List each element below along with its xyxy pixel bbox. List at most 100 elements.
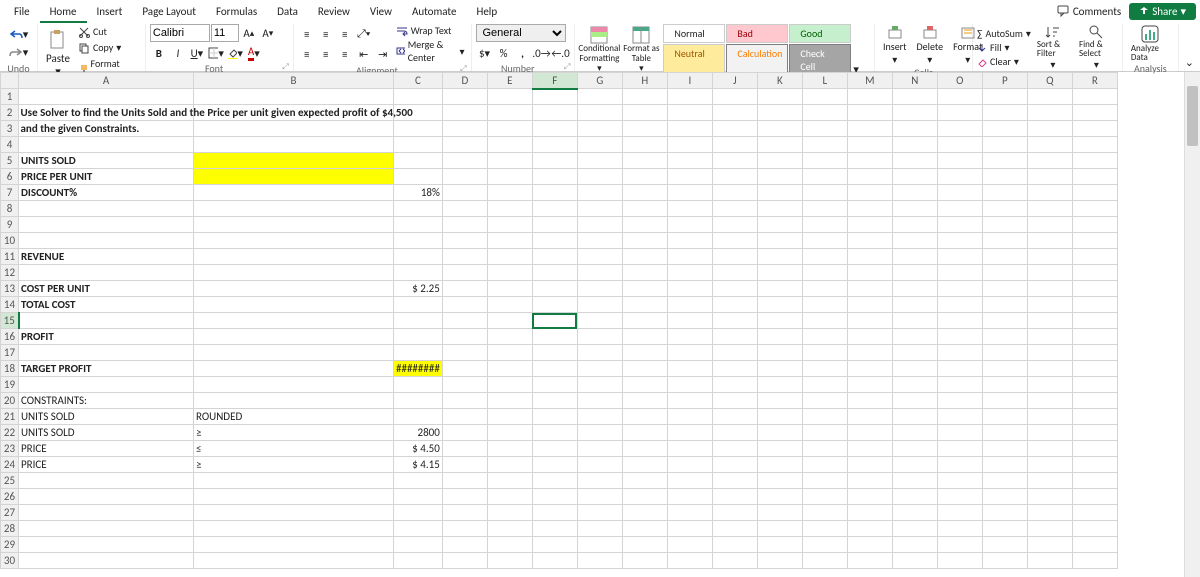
cell-F15[interactable] xyxy=(532,313,577,329)
cell-G20[interactable] xyxy=(577,393,622,409)
cell-P17[interactable] xyxy=(982,345,1027,361)
cell-N5[interactable] xyxy=(892,153,937,169)
cell-M28[interactable] xyxy=(847,521,892,537)
cell-E8[interactable] xyxy=(487,201,532,217)
cell-M11[interactable] xyxy=(847,249,892,265)
cell-L7[interactable] xyxy=(802,185,847,201)
cell-J15[interactable] xyxy=(712,313,757,329)
cell-J8[interactable] xyxy=(712,201,757,217)
cell-G30[interactable] xyxy=(577,553,622,569)
cell-B25[interactable] xyxy=(194,473,394,489)
cell-O28[interactable] xyxy=(937,521,982,537)
cell-C23[interactable]: $ 4.50 xyxy=(394,441,443,457)
cell-O12[interactable] xyxy=(937,265,982,281)
cell-F23[interactable] xyxy=(532,441,577,457)
cell-N19[interactable] xyxy=(892,377,937,393)
row-header-10[interactable]: 10 xyxy=(1,233,19,249)
cell-H6[interactable] xyxy=(622,169,667,185)
cell-O23[interactable] xyxy=(937,441,982,457)
increase-font-icon[interactable]: A▴ xyxy=(240,24,258,42)
cell-Q12[interactable] xyxy=(1027,265,1072,281)
cell-M9[interactable] xyxy=(847,217,892,233)
cell-H3[interactable] xyxy=(622,121,667,137)
cell-H20[interactable] xyxy=(622,393,667,409)
row-header-7[interactable]: 7 xyxy=(1,185,19,201)
cell-J9[interactable] xyxy=(712,217,757,233)
cell-K27[interactable] xyxy=(757,505,802,521)
cell-N2[interactable] xyxy=(892,105,937,121)
row-header-16[interactable]: 16 xyxy=(1,329,19,345)
cell-L1[interactable] xyxy=(802,89,847,105)
cell-B9[interactable] xyxy=(194,217,394,233)
cell-L4[interactable] xyxy=(802,137,847,153)
cell-M1[interactable] xyxy=(847,89,892,105)
cell-B29[interactable] xyxy=(194,537,394,553)
cell-C21[interactable] xyxy=(394,409,443,425)
cell-F19[interactable] xyxy=(532,377,577,393)
cell-G18[interactable] xyxy=(577,361,622,377)
cell-G26[interactable] xyxy=(577,489,622,505)
cell-M7[interactable] xyxy=(847,185,892,201)
cell-B15[interactable] xyxy=(194,313,394,329)
cell-J17[interactable] xyxy=(712,345,757,361)
cell-D9[interactable] xyxy=(442,217,487,233)
cell-Q23[interactable] xyxy=(1027,441,1072,457)
menu-tab-page-layout[interactable]: Page Layout xyxy=(132,2,206,21)
cell-N6[interactable] xyxy=(892,169,937,185)
cell-C20[interactable] xyxy=(394,393,443,409)
increase-decimal-icon[interactable]: .0→ xyxy=(533,44,551,62)
cell-E27[interactable] xyxy=(487,505,532,521)
cell-P5[interactable] xyxy=(982,153,1027,169)
cell-M24[interactable] xyxy=(847,457,892,473)
cell-A23[interactable]: PRICE xyxy=(19,441,194,457)
row-header-3[interactable]: 3 xyxy=(1,121,19,137)
cell-F5[interactable] xyxy=(532,153,577,169)
col-header-C[interactable]: C xyxy=(394,73,443,89)
cell-A24[interactable]: PRICE xyxy=(19,457,194,473)
cell-B4[interactable] xyxy=(194,137,394,153)
cell-R1[interactable] xyxy=(1072,89,1117,105)
col-header-H[interactable]: H xyxy=(622,73,667,89)
cell-P6[interactable] xyxy=(982,169,1027,185)
cell-P2[interactable] xyxy=(982,105,1027,121)
cell-C4[interactable] xyxy=(394,137,443,153)
row-header-26[interactable]: 26 xyxy=(1,489,19,505)
cell-N15[interactable] xyxy=(892,313,937,329)
cell-B14[interactable] xyxy=(194,297,394,313)
cell-K22[interactable] xyxy=(757,425,802,441)
cell-O1[interactable] xyxy=(937,89,982,105)
cell-P24[interactable] xyxy=(982,457,1027,473)
cell-A1[interactable] xyxy=(19,89,194,105)
cell-F29[interactable] xyxy=(532,537,577,553)
cell-H12[interactable] xyxy=(622,265,667,281)
cell-I2[interactable] xyxy=(667,105,712,121)
cell-M13[interactable] xyxy=(847,281,892,297)
cell-E24[interactable] xyxy=(487,457,532,473)
cell-G23[interactable] xyxy=(577,441,622,457)
cell-O7[interactable] xyxy=(937,185,982,201)
cell-A13[interactable]: COST PER UNIT xyxy=(19,281,194,297)
cell-R25[interactable] xyxy=(1072,473,1117,489)
cell-D3[interactable] xyxy=(442,121,487,137)
cell-G17[interactable] xyxy=(577,345,622,361)
cell-K24[interactable] xyxy=(757,457,802,473)
cell-C28[interactable] xyxy=(394,521,443,537)
cell-A5[interactable]: UNITS SOLD xyxy=(19,153,194,169)
cell-O29[interactable] xyxy=(937,537,982,553)
cell-C17[interactable] xyxy=(394,345,443,361)
row-header-12[interactable]: 12 xyxy=(1,265,19,281)
cell-R13[interactable] xyxy=(1072,281,1117,297)
comma-icon[interactable]: , xyxy=(514,44,532,62)
cell-J30[interactable] xyxy=(712,553,757,569)
row-header-18[interactable]: 18 xyxy=(1,361,19,377)
cell-D17[interactable] xyxy=(442,345,487,361)
cell-Q18[interactable] xyxy=(1027,361,1072,377)
cell-D4[interactable] xyxy=(442,137,487,153)
cell-H19[interactable] xyxy=(622,377,667,393)
cell-Q2[interactable] xyxy=(1027,105,1072,121)
cell-F9[interactable] xyxy=(532,217,577,233)
cell-J1[interactable] xyxy=(712,89,757,105)
cell-M27[interactable] xyxy=(847,505,892,521)
cell-K16[interactable] xyxy=(757,329,802,345)
cell-B18[interactable] xyxy=(194,361,394,377)
